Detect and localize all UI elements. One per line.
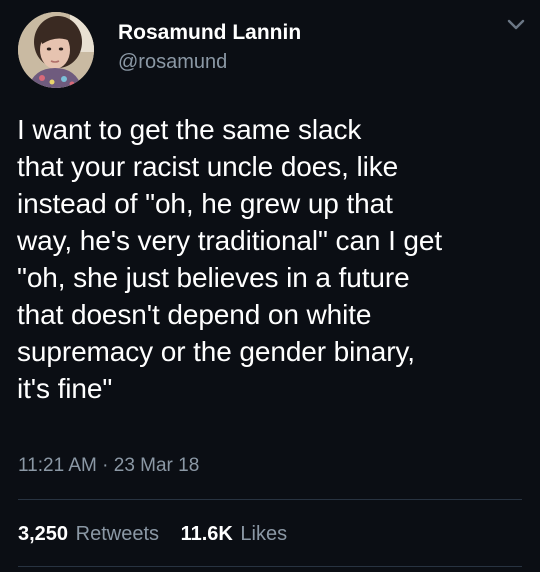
tweet-text-line: it's fine" — [17, 373, 113, 404]
engagement-stats: 3,250 Retweets 11.6K Likes — [18, 523, 303, 546]
tweet-text-line: that doesn't depend on white — [17, 299, 372, 330]
divider — [18, 499, 522, 500]
display-name[interactable]: Rosamund Lannin — [118, 21, 301, 45]
divider — [18, 566, 522, 567]
likes-stat[interactable]: 11.6K Likes — [181, 523, 288, 546]
tweet-text-line: I want to get the same slack — [17, 114, 362, 145]
tweet-timestamp[interactable]: 11:21 AM · 23 Mar 18 — [18, 455, 199, 477]
tweet-text-line: that your racist uncle does, like — [17, 151, 399, 182]
likes-count: 11.6K — [180, 523, 233, 545]
tweet-text-line: "oh, she just believes in a future — [17, 262, 410, 293]
tweet-text: I want to get the same slack that your r… — [17, 111, 532, 407]
chevron-down-icon[interactable] — [506, 18, 526, 32]
tweet-card: Rosamund Lannin @rosamund I want to get … — [0, 0, 540, 572]
tweet-text-line: way, he's very traditional" can I get — [17, 225, 443, 256]
tweet-text-line: instead of "oh, he grew up that — [17, 188, 393, 219]
profile-photo-icon — [18, 12, 94, 88]
likes-label: Likes — [240, 523, 288, 545]
retweets-stat[interactable]: 3,250 Retweets — [18, 523, 159, 546]
retweets-count: 3,250 — [18, 523, 69, 545]
tweet-text-line: supremacy or the gender binary, — [17, 336, 415, 367]
avatar[interactable] — [18, 12, 94, 88]
retweets-label: Retweets — [75, 523, 159, 545]
user-handle[interactable]: @rosamund — [118, 51, 227, 74]
